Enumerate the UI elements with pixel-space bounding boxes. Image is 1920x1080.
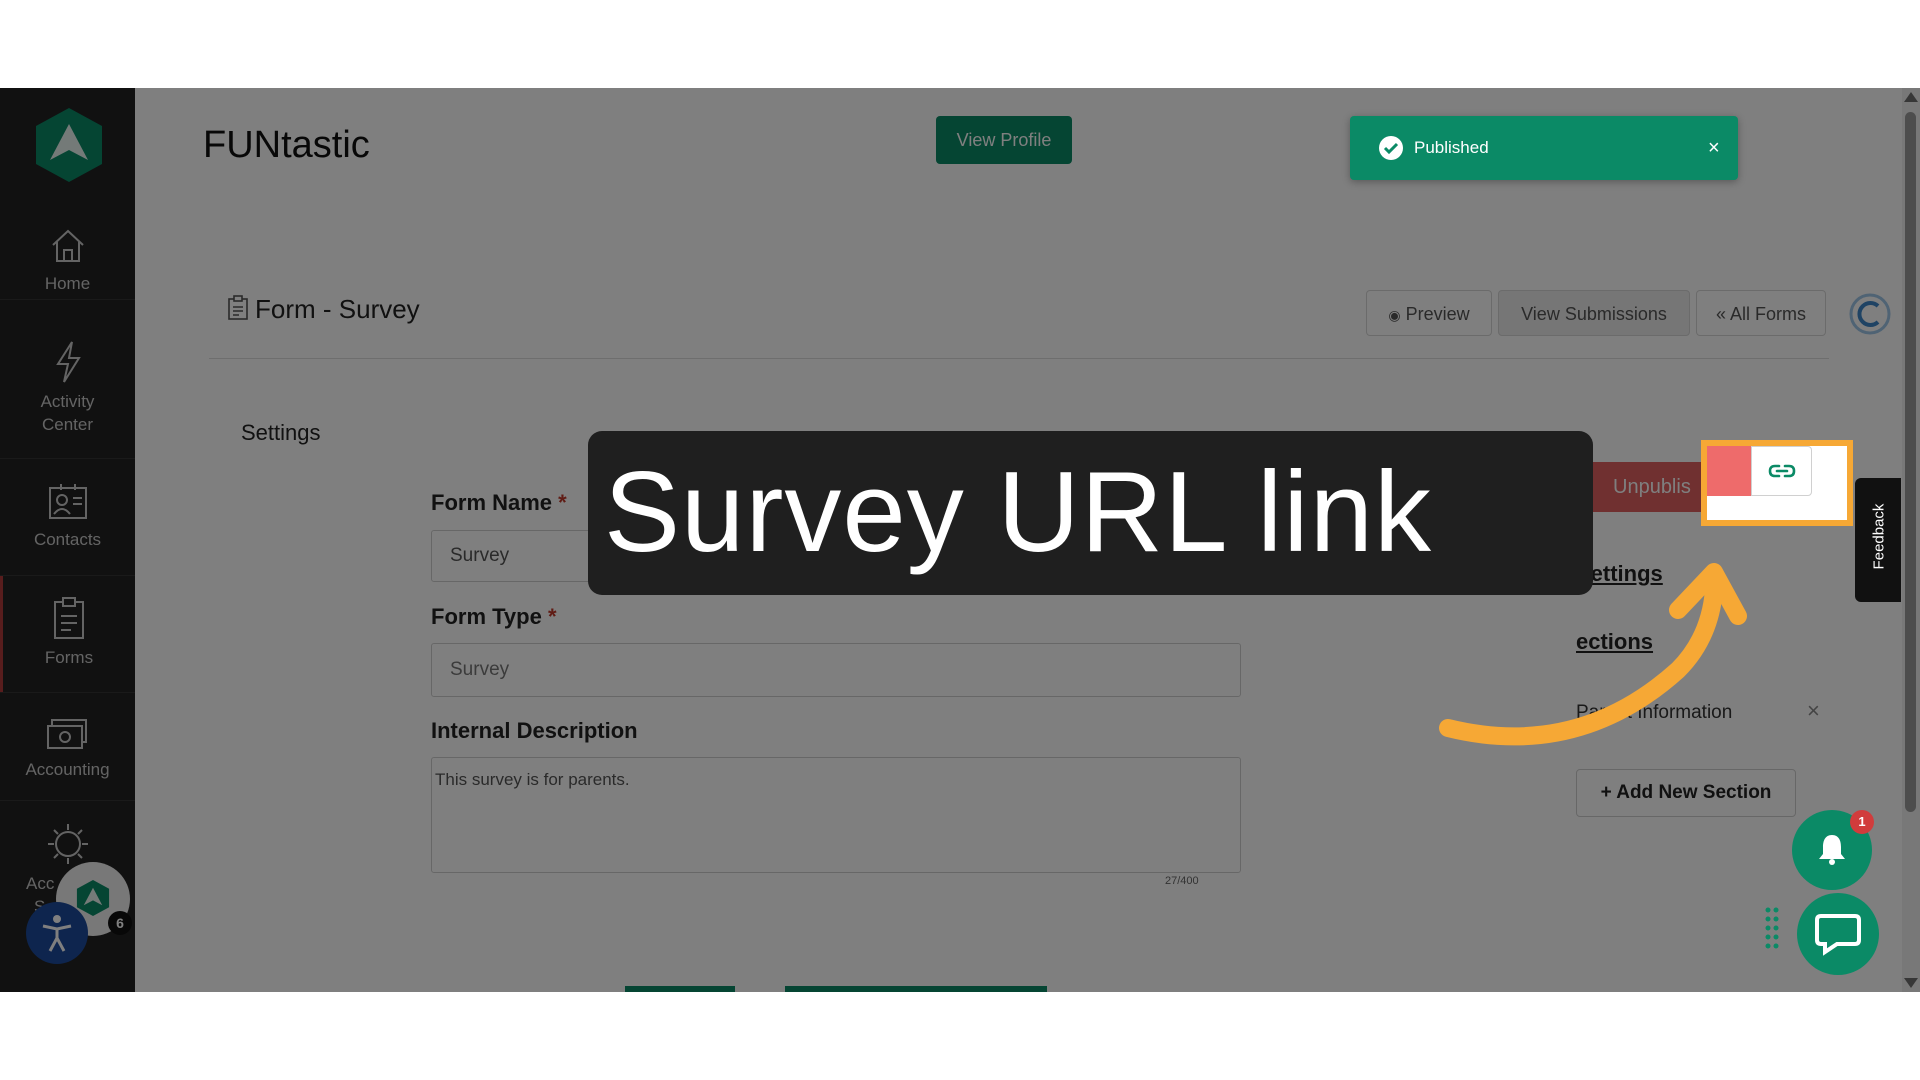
callout-arrow-icon bbox=[1439, 563, 1747, 746]
chat-drag-handle[interactable] bbox=[1765, 906, 1779, 950]
published-toast: Published × bbox=[1350, 116, 1738, 180]
feedback-tab[interactable]: Feedback bbox=[1855, 478, 1901, 602]
unpublish-button-highlighted-edge bbox=[1707, 446, 1751, 496]
app-screen: Home Activity Center Contacts bbox=[0, 88, 1920, 992]
bell-icon bbox=[1819, 835, 1845, 865]
notification-badge: 1 bbox=[1850, 810, 1874, 834]
copy-link-button[interactable] bbox=[1751, 446, 1812, 496]
toast-message: Published bbox=[1414, 138, 1489, 157]
feedback-label: Feedback bbox=[1870, 503, 1888, 570]
notification-count: 1 bbox=[1858, 814, 1866, 829]
chat-bubble-icon bbox=[1815, 914, 1861, 956]
toast-close-button[interactable]: × bbox=[1708, 116, 1720, 180]
check-circle-icon bbox=[1379, 136, 1403, 160]
callout-text: Survey URL link bbox=[604, 449, 1433, 576]
grip-dots-icon bbox=[1765, 907, 1779, 949]
link-icon bbox=[1768, 464, 1796, 478]
chat-launcher-button[interactable] bbox=[1797, 893, 1879, 975]
